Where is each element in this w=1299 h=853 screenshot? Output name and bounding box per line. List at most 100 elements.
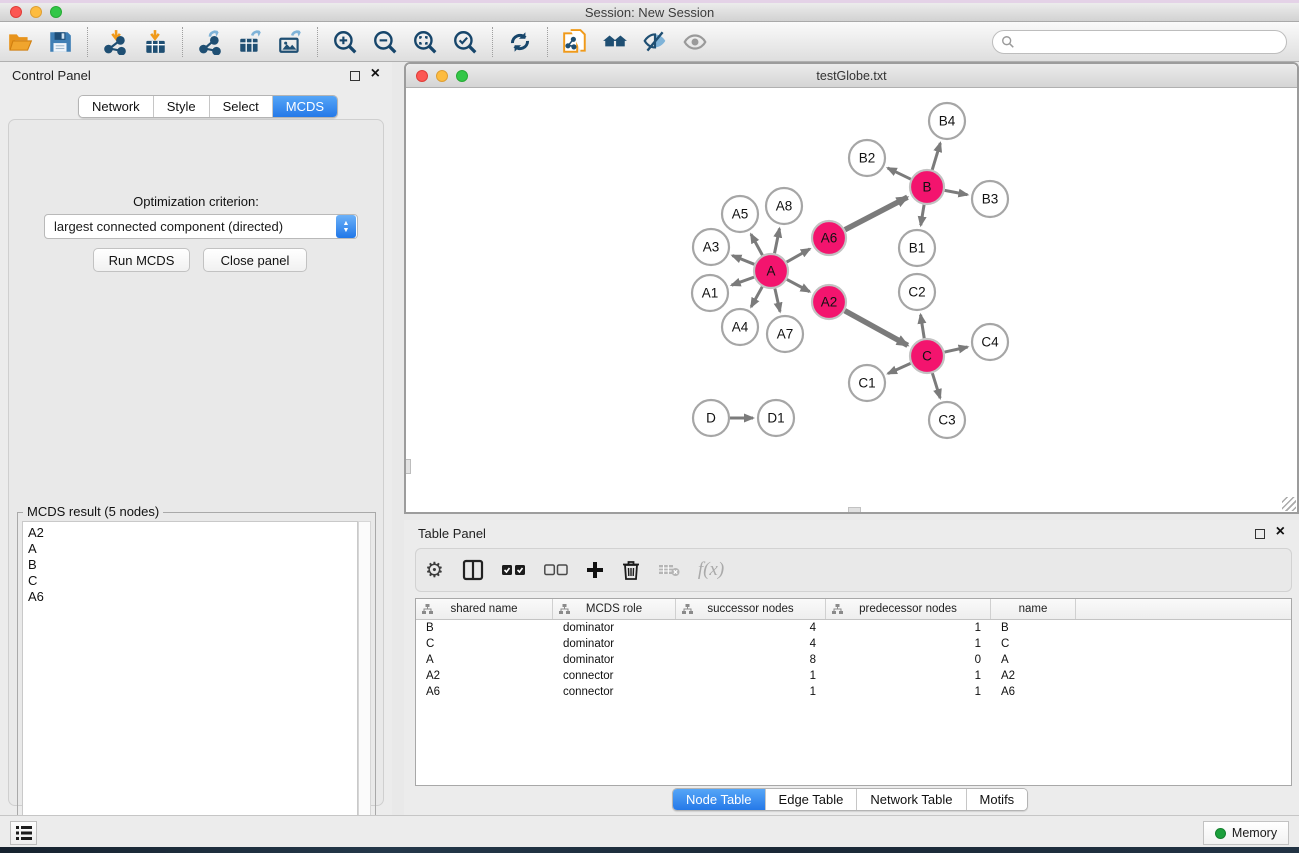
hide-details-icon[interactable] xyxy=(638,25,672,59)
graph-edge-A-A4[interactable] xyxy=(751,287,762,307)
refresh-icon[interactable] xyxy=(503,25,537,59)
graph-edge-B-B4[interactable] xyxy=(932,143,940,170)
graph-edge-A6-B[interactable] xyxy=(845,197,908,230)
graph-edge-A-A2[interactable] xyxy=(787,279,810,291)
graph-edge-C-C1[interactable] xyxy=(888,363,911,373)
select-all-icon[interactable] xyxy=(502,555,526,585)
zoom-selected-icon[interactable] xyxy=(448,25,482,59)
network-hscroll-handle[interactable] xyxy=(848,507,861,512)
graph-node-A4[interactable]: A4 xyxy=(722,309,758,345)
close-panel-icon[interactable]: × xyxy=(1276,523,1285,541)
graph-edge-A-A8[interactable] xyxy=(775,229,780,254)
tab-mcds[interactable]: MCDS xyxy=(273,96,337,117)
function-builder-icon[interactable]: f(x) xyxy=(698,555,724,585)
graph-node-B2[interactable]: B2 xyxy=(849,140,885,176)
graph-node-B4[interactable]: B4 xyxy=(929,103,965,139)
graph-edge-B-B3[interactable] xyxy=(945,190,968,194)
delete-column-icon[interactable] xyxy=(658,555,680,585)
tab-motifs[interactable]: Motifs xyxy=(967,789,1028,810)
graph-node-C2[interactable]: C2 xyxy=(899,274,935,310)
deselect-all-icon[interactable] xyxy=(544,555,568,585)
column-header-successor-nodes[interactable]: successor nodes xyxy=(676,599,826,619)
mcds-result-item[interactable]: B xyxy=(28,557,357,573)
search-input[interactable] xyxy=(992,30,1287,54)
graph-node-C1[interactable]: C1 xyxy=(849,365,885,401)
split-columns-icon[interactable] xyxy=(462,555,484,585)
float-panel-icon[interactable] xyxy=(350,71,360,81)
graph-node-A[interactable]: A xyxy=(754,254,788,288)
graph-edge-B-B2[interactable] xyxy=(888,168,911,179)
graph-node-A5[interactable]: A5 xyxy=(722,196,758,232)
graph-edge-A2-C[interactable] xyxy=(845,311,908,346)
graph-node-B1[interactable]: B1 xyxy=(899,230,935,266)
export-table-icon[interactable] xyxy=(233,25,267,59)
mcds-result-item[interactable]: C xyxy=(28,573,357,589)
memory-button[interactable]: Memory xyxy=(1203,821,1289,845)
graph-node-D[interactable]: D xyxy=(693,400,729,436)
open-folder-icon[interactable] xyxy=(3,25,37,59)
import-network-icon[interactable] xyxy=(98,25,132,59)
graph-edge-C-C3[interactable] xyxy=(932,373,940,398)
graph-node-A3[interactable]: A3 xyxy=(693,229,729,265)
node-table[interactable]: shared nameMCDS rolesuccessor nodesprede… xyxy=(415,598,1292,786)
graph-node-D1[interactable]: D1 xyxy=(758,400,794,436)
graph-node-B[interactable]: B xyxy=(910,170,944,204)
trash-icon[interactable] xyxy=(622,555,640,585)
tab-edge-table[interactable]: Edge Table xyxy=(766,789,858,810)
table-row[interactable]: Bdominator41B xyxy=(416,620,1291,636)
graph-node-B3[interactable]: B3 xyxy=(972,181,1008,217)
table-row[interactable]: Adominator80A xyxy=(416,652,1291,668)
graph-edge-C-C2[interactable] xyxy=(921,315,925,338)
gear-icon[interactable]: ⚙ xyxy=(425,555,444,585)
resize-grip-icon[interactable] xyxy=(1282,497,1296,511)
table-row[interactable]: Cdominator41C xyxy=(416,636,1291,652)
criterion-dropdown[interactable]: largest connected component (directed) ▲… xyxy=(44,214,358,239)
tab-network[interactable]: Network xyxy=(79,96,154,117)
graph-edge-A-A7[interactable] xyxy=(775,289,780,312)
table-row[interactable]: A6connector11A6 xyxy=(416,684,1291,700)
column-header-name[interactable]: name xyxy=(991,599,1076,619)
home-network-icon[interactable] xyxy=(598,25,632,59)
network-window-titlebar[interactable]: testGlobe.txt xyxy=(406,64,1297,88)
eye-icon[interactable] xyxy=(678,25,712,59)
zoom-out-icon[interactable] xyxy=(368,25,402,59)
graph-edge-A-A6[interactable] xyxy=(787,249,810,262)
export-image-icon[interactable] xyxy=(273,25,307,59)
graph-node-C3[interactable]: C3 xyxy=(929,402,965,438)
save-icon[interactable] xyxy=(43,25,77,59)
graph-node-A1[interactable]: A1 xyxy=(692,275,728,311)
mcds-result-item[interactable]: A xyxy=(28,541,357,557)
network-vscroll-handle[interactable] xyxy=(406,459,411,474)
graph-edge-B-B1[interactable] xyxy=(921,205,924,226)
task-history-button[interactable] xyxy=(10,821,37,845)
mcds-result-list[interactable]: A2ABCA6 xyxy=(22,521,358,850)
run-mcds-button[interactable]: Run MCDS xyxy=(93,248,190,272)
graph-edge-A-A3[interactable] xyxy=(732,256,754,265)
tab-style[interactable]: Style xyxy=(154,96,210,117)
table-row[interactable]: A2connector11A2 xyxy=(416,668,1291,684)
add-icon[interactable] xyxy=(586,555,604,585)
close-panel-button[interactable]: Close panel xyxy=(203,248,307,272)
export-network-icon[interactable] xyxy=(193,25,227,59)
graph-node-A6[interactable]: A6 xyxy=(812,221,846,255)
mcds-result-item[interactable]: A6 xyxy=(28,589,357,605)
tab-network-table[interactable]: Network Table xyxy=(857,789,966,810)
column-header-MCDS-role[interactable]: MCDS role xyxy=(553,599,676,619)
zoom-fit-icon[interactable] xyxy=(408,25,442,59)
graph-edge-A-A1[interactable] xyxy=(732,277,754,285)
column-header-predecessor-nodes[interactable]: predecessor nodes xyxy=(826,599,991,619)
column-header-shared-name[interactable]: shared name xyxy=(416,599,553,619)
clone-network-icon[interactable] xyxy=(558,25,592,59)
tab-select[interactable]: Select xyxy=(210,96,273,117)
graph-edge-C-C4[interactable] xyxy=(945,347,968,352)
mcds-result-item[interactable]: A2 xyxy=(28,525,357,541)
zoom-in-icon[interactable] xyxy=(328,25,362,59)
graph-node-A7[interactable]: A7 xyxy=(767,316,803,352)
close-panel-icon[interactable]: × xyxy=(371,65,380,83)
graph-node-C[interactable]: C xyxy=(910,339,944,373)
graph-edge-A-A5[interactable] xyxy=(751,234,762,255)
import-table-icon[interactable] xyxy=(138,25,172,59)
network-graph[interactable]: B4B2BB3A8A5A6A3B1AA1C2A2A4A7C4CC1C3DD1 xyxy=(406,88,1297,512)
network-canvas[interactable]: B4B2BB3A8A5A6A3B1AA1C2A2A4A7C4CC1C3DD1 xyxy=(406,88,1297,512)
mcds-result-scrollbar[interactable] xyxy=(358,521,371,850)
